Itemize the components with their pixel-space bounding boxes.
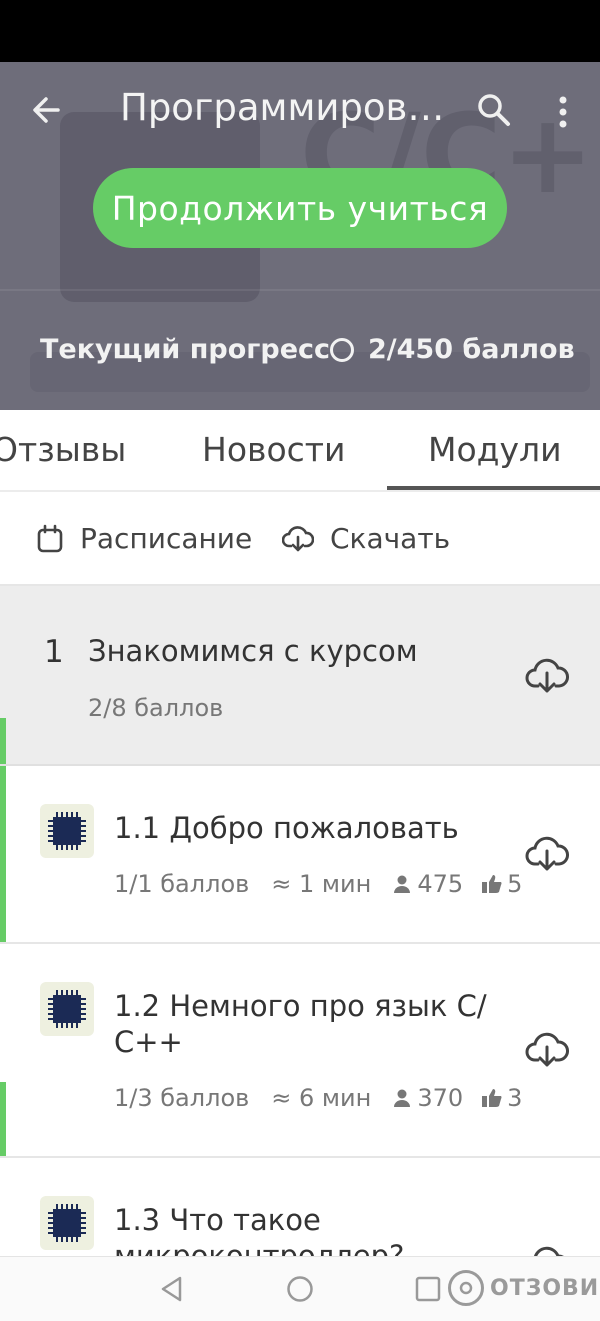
chip-icon xyxy=(40,1196,94,1250)
progress-value: 2/450 баллов xyxy=(330,334,575,365)
module-progress-bar xyxy=(0,718,6,764)
progress-label: Текущий прогресс xyxy=(40,334,331,365)
cloud-download-icon xyxy=(282,525,314,551)
tab-selected-indicator xyxy=(387,486,600,490)
download-all-button[interactable]: Скачать xyxy=(282,522,450,555)
lesson-duration: ≈ 6 мин xyxy=(271,1084,372,1112)
back-arrow-icon[interactable] xyxy=(28,92,64,128)
schedule-label: Расписание xyxy=(80,522,253,555)
cloud-download-icon[interactable] xyxy=(525,1246,569,1256)
status-bar xyxy=(0,0,600,62)
thumbs-up-icon xyxy=(482,875,502,893)
lesson-meta: 1/3 баллов ≈ 6 мин 370 3 xyxy=(114,1084,522,1112)
schedule-button[interactable]: Расписание xyxy=(36,522,252,555)
lesson-item[interactable]: 1.3 Что такое микроконтроллер? xyxy=(0,1158,600,1256)
module-number: 1 xyxy=(44,634,64,670)
lesson-learners: 370 xyxy=(393,1084,463,1112)
watermark-logo-icon xyxy=(448,1270,484,1306)
module-1-header[interactable]: 1 Знакомимся с курсом 2/8 баллов xyxy=(0,586,600,766)
lesson-likes: 3 xyxy=(481,1084,522,1112)
header-divider xyxy=(0,289,600,291)
tab-bar: Отзывы Новости Модули xyxy=(0,410,600,492)
course-header: C/C++ Программирова… Продолжить учиться … xyxy=(0,62,600,410)
lesson-likes-count: 3 xyxy=(507,1084,523,1112)
cloud-download-icon[interactable] xyxy=(525,658,569,694)
download-label: Скачать xyxy=(330,522,451,555)
person-icon xyxy=(394,1089,411,1107)
page-title: Программирова… xyxy=(120,86,450,129)
module-points: 2/8 баллов xyxy=(88,694,224,722)
lesson-progress-bar xyxy=(0,1082,6,1156)
more-vert-icon[interactable] xyxy=(553,92,573,132)
continue-learning-button[interactable]: Продолжить учиться xyxy=(93,168,507,248)
module-toolbar: Расписание Скачать xyxy=(0,492,600,586)
lesson-title: 1.1 Добро пожаловать xyxy=(114,811,459,845)
lesson-likes: 5 xyxy=(481,870,522,898)
lesson-title: 1.2 Немного про язык C/ C++ xyxy=(114,989,487,1059)
nav-recents-icon[interactable] xyxy=(414,1275,442,1303)
tab-reviews[interactable]: Отзывы xyxy=(0,430,126,469)
lesson-title: 1.3 Что такое микроконтроллер? xyxy=(114,1203,405,1256)
nav-home-icon[interactable] xyxy=(286,1275,314,1303)
search-icon[interactable] xyxy=(474,90,514,130)
module-title: Знакомимся с курсом xyxy=(88,634,418,668)
calendar-icon xyxy=(37,524,63,552)
lesson-points: 1/1 баллов xyxy=(114,870,250,898)
person-icon xyxy=(394,875,411,893)
cloud-download-icon[interactable] xyxy=(525,1032,569,1068)
tab-news[interactable]: Новости xyxy=(202,430,345,469)
lesson-points: 1/3 баллов xyxy=(114,1084,250,1112)
lesson-meta: 1/1 баллов ≈ 1 мин 475 5 xyxy=(114,870,522,898)
tab-modules[interactable]: Модули xyxy=(428,430,562,469)
watermark-text: ОТЗОВИК xyxy=(490,1275,600,1301)
lesson-progress-bar xyxy=(0,766,6,942)
thumbs-up-icon xyxy=(482,1089,502,1107)
lesson-item[interactable]: 1.1 Добро пожаловать 1/1 баллов ≈ 1 мин … xyxy=(0,766,600,944)
cloud-download-icon[interactable] xyxy=(525,836,569,872)
watermark: ОТЗОВИК xyxy=(448,1270,600,1306)
lesson-item[interactable]: 1.2 Немного про язык C/ C++ 1/3 баллов ≈… xyxy=(0,944,600,1158)
chip-icon xyxy=(40,982,94,1036)
lesson-learners: 475 xyxy=(393,870,463,898)
lesson-likes-count: 5 xyxy=(507,870,523,898)
chip-icon xyxy=(40,804,94,858)
progress-ring-icon xyxy=(330,337,354,362)
nav-back-icon[interactable] xyxy=(158,1275,186,1303)
lesson-learners-count: 475 xyxy=(417,870,464,898)
progress-value-text: 2/450 баллов xyxy=(368,334,575,365)
lesson-learners-count: 370 xyxy=(417,1084,464,1112)
lesson-duration: ≈ 1 мин xyxy=(271,870,372,898)
